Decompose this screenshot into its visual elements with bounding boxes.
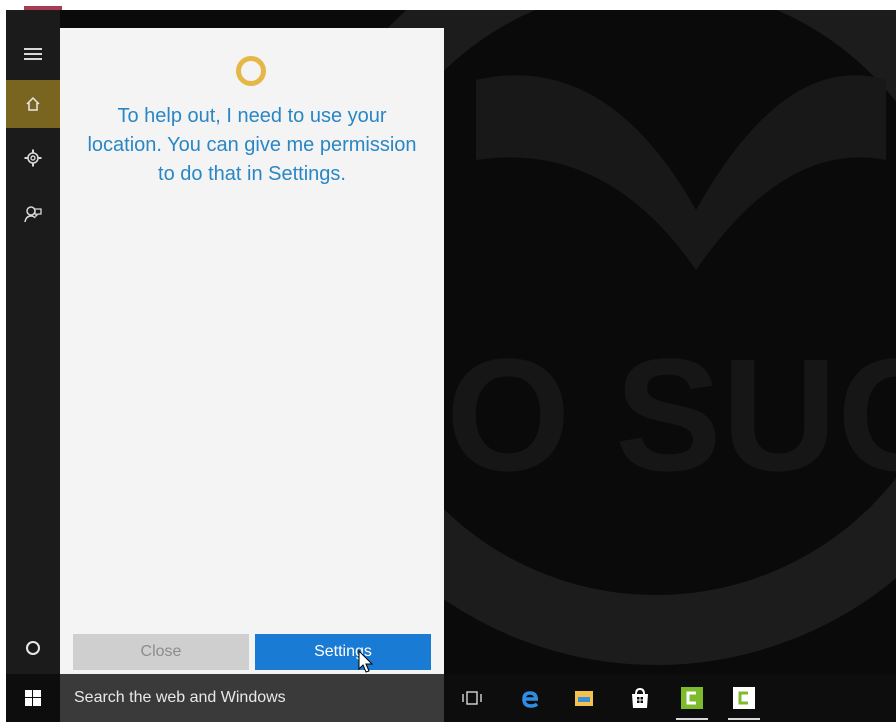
task-view-button[interactable]: [452, 674, 492, 722]
search-placeholder: Search the web and Windows: [74, 689, 286, 706]
edge-icon: [522, 691, 539, 708]
feedback-button[interactable]: [6, 190, 60, 238]
task-view-icon: [462, 691, 482, 705]
mouse-cursor-icon: [358, 650, 374, 673]
camtasia-icon: [681, 687, 703, 709]
cortana-panel: To help out, I need to use your location…: [60, 28, 444, 674]
running-indicator: [676, 718, 708, 720]
camtasia-icon: [733, 687, 755, 709]
hamburger-menu-icon: [24, 48, 42, 60]
file-explorer-icon: [575, 691, 593, 706]
edge-button[interactable]: [510, 674, 550, 722]
feedback-icon: [24, 206, 42, 223]
home-icon: [26, 96, 40, 111]
start-button[interactable]: [6, 674, 60, 722]
windows-logo-icon: [25, 690, 41, 706]
close-button[interactable]: Close: [73, 634, 249, 670]
svg-text:O SUC: O SUC: [446, 325, 896, 504]
gear-icon: [24, 149, 42, 167]
cortana-left-rail: [6, 10, 60, 674]
desktop-screen: O SUC To help out, I need to use your lo…: [6, 10, 896, 722]
settings-button[interactable]: Settings: [255, 634, 431, 670]
cortana-button[interactable]: [6, 624, 60, 672]
taskbar: Search the web and Windows: [6, 674, 896, 722]
search-input[interactable]: Search the web and Windows: [60, 674, 444, 722]
cortana-circle-icon: [26, 641, 40, 655]
camtasia-button-1[interactable]: [672, 674, 712, 722]
cortana-message: To help out, I need to use your location…: [87, 105, 417, 185]
cortana-logo-icon: [236, 56, 266, 86]
store-button[interactable]: [620, 674, 660, 722]
home-button[interactable]: [6, 80, 60, 128]
file-explorer-button[interactable]: [564, 674, 604, 722]
menu-button[interactable]: [6, 30, 60, 78]
store-icon: [632, 687, 648, 708]
running-indicator: [728, 718, 760, 720]
camtasia-button-2[interactable]: [724, 674, 764, 722]
notebook-settings-button[interactable]: [6, 134, 60, 182]
